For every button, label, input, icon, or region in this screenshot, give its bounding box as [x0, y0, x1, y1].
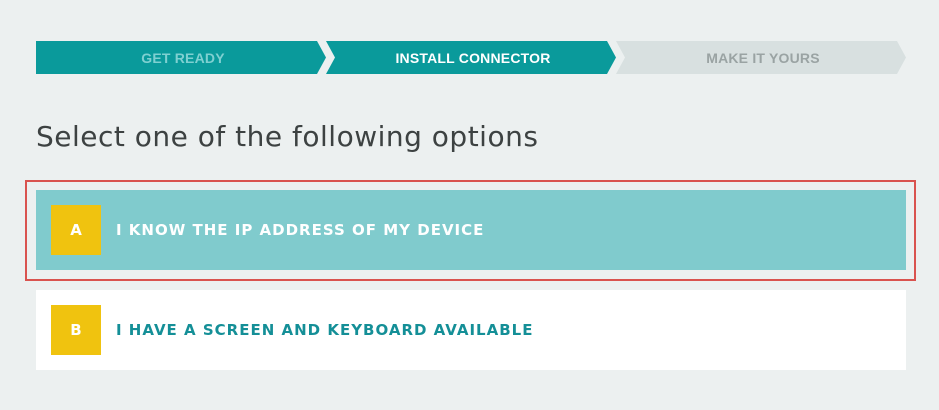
step-label: GET READY [141, 49, 225, 66]
page-title: Select one of the following options [36, 120, 539, 153]
option-ip-address-button[interactable]: A I KNOW THE IP ADDRESS OF MY DEVICE [36, 190, 906, 270]
option-letter-badge: B [51, 305, 101, 355]
option-label: I KNOW THE IP ADDRESS OF MY DEVICE [116, 221, 485, 239]
option-label: I HAVE A SCREEN AND KEYBOARD AVAILABLE [116, 321, 534, 339]
step-label: MAKE IT YOURS [706, 49, 820, 66]
step-get-ready[interactable]: GET READY [36, 41, 326, 74]
option-screen-keyboard-button[interactable]: B I HAVE A SCREEN AND KEYBOARD AVAILABLE [36, 290, 906, 370]
step-label: INSTALL CONNECTOR [395, 49, 551, 66]
step-install-connector[interactable]: INSTALL CONNECTOR [326, 41, 616, 74]
option-letter-badge: A [51, 205, 101, 255]
step-make-it-yours[interactable]: MAKE IT YOURS [616, 41, 906, 74]
progress-stepper: GET READY INSTALL CONNECTOR MAKE IT YOUR… [36, 41, 906, 74]
